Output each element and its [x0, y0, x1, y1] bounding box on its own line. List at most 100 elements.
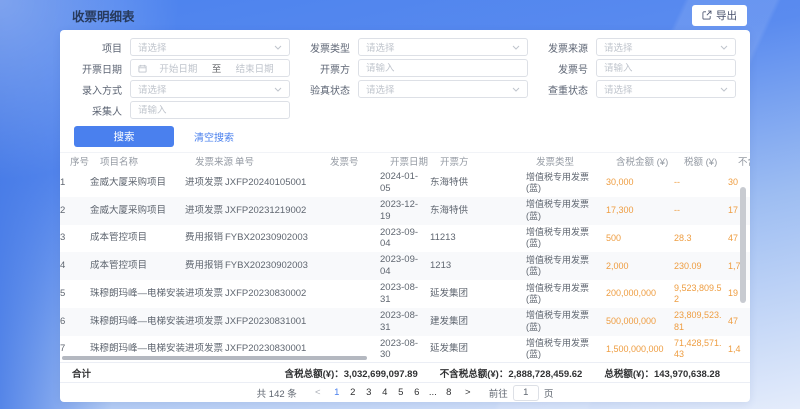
- column-header: 含税金额 (¥): [616, 154, 684, 168]
- filter-label: 项目: [66, 40, 122, 55]
- invoice-no-input[interactable]: [604, 63, 728, 74]
- cell-doc_no: FYBX20230902003: [225, 232, 320, 244]
- export-icon: [702, 10, 712, 20]
- topbar: 收票明细表 导出: [0, 0, 800, 30]
- entry-method-select[interactable]: 请选择: [130, 80, 290, 98]
- chevron-down-icon: [512, 87, 520, 92]
- cell-source: 进项发票: [185, 177, 225, 189]
- cell-type: 增值税专用发票(蓝): [526, 199, 606, 222]
- cell-source: 进项发票: [185, 343, 225, 355]
- table-header-row: 序号项目名称发票来源单号发票号开票日期开票方发票类型含税金额 (¥)税额 (¥)…: [60, 153, 750, 169]
- collector-input[interactable]: [138, 105, 282, 116]
- end-date-placeholder: 结束日期: [227, 61, 282, 75]
- cell-issuer: 东海特供: [430, 177, 526, 189]
- summary-incl-tax: 含税总额(¥)：3,032,699,097.89: [285, 366, 418, 380]
- pagination-page[interactable]: 1: [329, 387, 345, 398]
- dup-check-status-select[interactable]: 请选择: [596, 80, 736, 98]
- column-header: 不含税金额 (¥): [738, 154, 750, 168]
- select-placeholder: 请选择: [604, 82, 633, 96]
- summary-item-label: 总税额(¥)：: [604, 369, 654, 380]
- cell-date: 2023-08-31: [380, 310, 430, 334]
- filter-label: 录入方式: [66, 82, 122, 97]
- pagination-page[interactable]: 3: [361, 387, 377, 398]
- select-placeholder: 请选择: [604, 40, 633, 54]
- cell-project: 珠穆朗玛峰—电梯安装: [90, 316, 185, 328]
- cell-project: 成本管控项目: [90, 260, 185, 272]
- table-row: 4成本管控项目费用报销FYBX202309020032023-09-041213…: [60, 252, 750, 280]
- filter-label: 开票日期: [66, 61, 122, 76]
- jump-page-input[interactable]: [513, 385, 539, 401]
- cell-no: 5: [60, 288, 90, 300]
- column-header: 单号: [235, 154, 330, 168]
- cell-doc_no: JXFP20230830002: [225, 288, 320, 300]
- invoice-source-select[interactable]: 请选择: [596, 38, 736, 56]
- pagination-prev-button[interactable]: <: [311, 387, 325, 398]
- cell-date: 2023-08-31: [380, 282, 430, 306]
- cell-amount: 200,000,000: [606, 288, 674, 299]
- cell-tax: 9,523,809.52: [674, 283, 728, 306]
- main-panel: 项目 请选择 发票类型 请选择 发票来源 请选择: [60, 30, 750, 402]
- filter-field-invoice-source: 发票来源 请选择: [532, 38, 736, 56]
- cell-tax: 23,809,523.81: [674, 310, 728, 333]
- cell-tax: 230.09: [674, 261, 728, 272]
- verify-status-select[interactable]: 请选择: [358, 80, 528, 98]
- cell-amount: 1,500,000,000: [606, 344, 674, 355]
- cell-net: 47: [728, 233, 750, 244]
- project-select[interactable]: 请选择: [130, 38, 290, 56]
- cell-source: 费用报销: [185, 260, 225, 272]
- cell-doc_no: JXFP20231219002: [225, 205, 320, 217]
- horizontal-scrollbar[interactable]: [62, 356, 367, 360]
- cell-type: 增值税专用发票(蓝): [526, 338, 606, 361]
- vertical-scrollbar[interactable]: [740, 187, 746, 303]
- cell-source: 费用报销: [185, 232, 225, 244]
- table-body: 1金威大厦采购项目进项发票JXFP202401050012024-01-05东海…: [60, 169, 750, 362]
- select-placeholder: 请选择: [138, 82, 167, 96]
- cell-type: 增值税专用发票(蓝): [526, 310, 606, 333]
- cell-doc_no: JXFP20230831001: [225, 316, 320, 328]
- cell-source: 进项发票: [185, 205, 225, 217]
- summary-total-tax: 总税额(¥)：143,970,638.28: [604, 366, 720, 380]
- pagination-next-button[interactable]: >: [461, 387, 475, 398]
- filter-field-invoice-date: 开票日期 开始日期 至 结束日期: [66, 59, 290, 77]
- table-row: 2金威大厦采购项目进项发票JXFP202312190022023-12-19东海…: [60, 197, 750, 225]
- pagination-pages: 123456...8: [329, 387, 457, 398]
- pagination-page[interactable]: 4: [377, 387, 393, 398]
- summary-item-value: 3,032,699,097.89: [344, 369, 418, 380]
- cell-no: 6: [60, 316, 90, 328]
- cell-project: 金威大厦采购项目: [90, 177, 185, 189]
- table-row: 6珠穆朗玛峰—电梯安装进项发票JXFP202308310012023-08-31…: [60, 308, 750, 336]
- clear-search-link[interactable]: 清空搜索: [194, 129, 234, 144]
- cell-type: 增值税专用发票(蓝): [526, 172, 606, 195]
- search-button[interactable]: 搜索: [74, 126, 174, 147]
- filter-actions: 搜索 清空搜索: [74, 126, 736, 147]
- cell-amount: 500: [606, 233, 674, 244]
- pagination: 共 142 条 < 123456...8 > 前往 页: [60, 382, 750, 402]
- issuer-input[interactable]: [366, 63, 520, 74]
- cell-tax: 28.3: [674, 233, 728, 244]
- chevron-down-icon: [274, 87, 282, 92]
- pagination-ellipsis[interactable]: ...: [425, 387, 441, 398]
- page-title: 收票明细表: [72, 6, 135, 25]
- filter-field-collector: 采集人: [66, 101, 290, 119]
- invoice-type-select[interactable]: 请选择: [358, 38, 528, 56]
- cell-issuer: 延发集团: [430, 288, 526, 300]
- filter-label: 查重状态: [532, 82, 588, 97]
- filter-section: 项目 请选择 发票类型 请选择 发票来源 请选择: [60, 30, 750, 152]
- cell-amount: 500,000,000: [606, 316, 674, 327]
- export-button[interactable]: 导出: [692, 5, 747, 26]
- filter-field-project: 项目 请选择: [66, 38, 290, 56]
- select-placeholder: 请选择: [138, 40, 167, 54]
- cell-tax: --: [674, 177, 728, 188]
- cell-issuer: 11213: [430, 232, 526, 244]
- pagination-page[interactable]: 8: [441, 387, 457, 398]
- date-separator: 至: [212, 61, 222, 75]
- pagination-page[interactable]: 6: [409, 387, 425, 398]
- invoice-no-input-wrap: [596, 59, 736, 77]
- invoice-date-range-picker[interactable]: 开始日期 至 结束日期: [130, 59, 290, 77]
- cell-no: 7: [60, 343, 90, 355]
- cell-amount: 30,000: [606, 177, 674, 188]
- column-header: 发票类型: [536, 154, 616, 168]
- select-placeholder: 请选择: [366, 82, 395, 96]
- pagination-page[interactable]: 2: [345, 387, 361, 398]
- pagination-page[interactable]: 5: [393, 387, 409, 398]
